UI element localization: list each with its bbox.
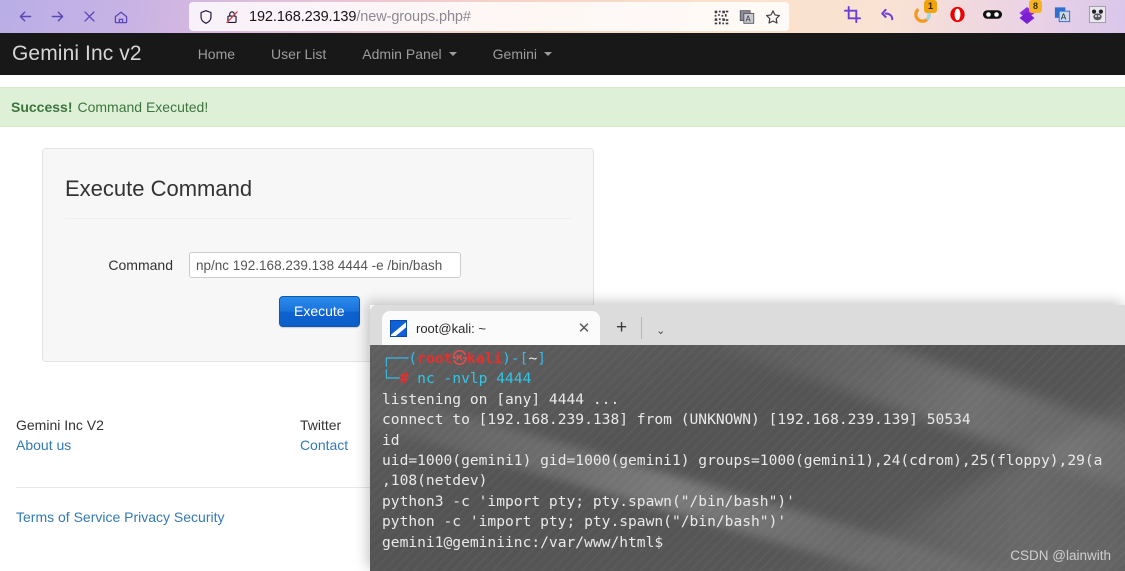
forward-button[interactable]	[42, 4, 72, 30]
browser-toolbar: 192.168.239.139/new-groups.php# A 1 8 A	[0, 0, 1125, 33]
prompt-at-glyph: ㉿	[452, 350, 467, 367]
alert-message: Command Executed!	[77, 99, 209, 115]
panel-divider	[65, 218, 571, 219]
orange-circle-extension-icon[interactable]: 1	[910, 0, 937, 27]
terminal-tab-bar: root@kali: ~ ✕ + ⌄	[370, 305, 1125, 345]
terminal-output: ┌──(root㉿kali)-[~] └─# nc -nvlp 4444 lis…	[382, 349, 1125, 553]
back-button[interactable]	[10, 4, 40, 30]
home-button[interactable]	[106, 4, 136, 30]
nav-link-admin-panel[interactable]: Admin Panel	[344, 33, 474, 75]
footer-heading-gemini: Gemini Inc V2	[16, 417, 104, 433]
nav-link-home[interactable]: Home	[180, 33, 253, 75]
navigation-buttons	[0, 4, 136, 30]
nav-link-user-list-label: User List	[271, 46, 327, 62]
chevron-down-icon	[448, 52, 457, 56]
translate-extension-icon[interactable]: A	[1050, 2, 1074, 27]
nav-link-gemini[interactable]: Gemini	[475, 33, 570, 75]
terminal-tab[interactable]: root@kali: ~ ✕	[382, 311, 600, 345]
download-badge-count: 8	[1029, 0, 1042, 13]
success-alert: Success! Command Executed!	[0, 87, 1125, 127]
terminal-body[interactable]: ┌──(root㉿kali)-[~] └─# nc -nvlp 4444 lis…	[370, 345, 1125, 571]
footer-legal-links[interactable]: Terms of Service Privacy Security	[16, 509, 225, 525]
terminal-line: python3 -c 'import pty; pty.spawn("/bin/…	[382, 492, 795, 510]
terminal-window: root@kali: ~ ✕ + ⌄ ┌──(root㉿kali)-[~] └─…	[370, 305, 1125, 571]
url-text: 192.168.239.139/new-groups.php#	[249, 9, 471, 25]
prompt-host: kali	[466, 350, 503, 367]
terminal-line: connect to [192.168.239.138] from (UNKNO…	[382, 411, 971, 429]
tracking-protection-shield-icon[interactable]	[197, 8, 215, 26]
footer-link-about-us[interactable]: About us	[16, 435, 104, 455]
url-bar-actions: A	[709, 5, 785, 29]
terminal-app-icon	[390, 319, 407, 337]
purple-download-icon[interactable]: 8	[1015, 0, 1042, 27]
command-form-row: Command	[43, 252, 593, 278]
prompt-cwd: ~	[528, 350, 538, 367]
qr-code-icon[interactable]	[709, 5, 733, 29]
url-host: 192.168.239.139	[249, 8, 357, 25]
chevron-down-icon[interactable]: ⌄	[656, 324, 665, 345]
prompt-user: root	[417, 350, 453, 367]
insecure-connection-icon[interactable]	[223, 8, 241, 26]
nav-link-admin-panel-label: Admin Panel	[362, 46, 442, 62]
opera-extension-icon[interactable]	[945, 2, 969, 27]
alert-strong-label: Success!	[11, 99, 73, 115]
terminal-line: id	[382, 431, 400, 449]
screenshot-crop-icon[interactable]	[840, 2, 864, 27]
url-bar[interactable]: 192.168.239.139/new-groups.php# A	[189, 2, 789, 31]
execute-button[interactable]: Execute	[279, 296, 360, 327]
svg-text:A: A	[745, 15, 751, 24]
terminal-line: gemini1@geminiinc:/var/www/html$	[382, 533, 664, 551]
chevron-down-icon	[544, 52, 553, 56]
terminal-tab-title: root@kali: ~	[416, 320, 486, 336]
terminal-line: listening on [any] 4444 ...	[382, 390, 620, 408]
panda-extension-icon[interactable]	[1085, 2, 1109, 27]
extension-icons: 1 8 A	[840, 0, 1109, 27]
dark-reader-icon[interactable]	[980, 2, 1004, 27]
command-input[interactable]	[189, 252, 461, 278]
stop-button[interactable]	[74, 4, 104, 30]
svg-text:A: A	[1060, 13, 1066, 22]
site-brand[interactable]: Gemini Inc v2	[12, 42, 142, 66]
terminal-prompt-line-2: └─# nc -nvlp 4444	[382, 370, 532, 388]
url-path: /new-groups.php#	[356, 8, 471, 25]
footer-heading-twitter: Twitter	[299, 417, 342, 433]
watermark: CSDN @lainwith	[1010, 548, 1111, 563]
tab-separator	[641, 317, 643, 339]
new-tab-icon[interactable]: +	[616, 317, 627, 345]
terminal-command: nc -nvlp 4444	[417, 370, 532, 388]
footer-link-contact[interactable]: Contact	[300, 435, 348, 455]
terminal-line: ,108(netdev)	[382, 472, 488, 490]
nav-link-gemini-label: Gemini	[492, 46, 538, 62]
close-icon[interactable]: ✕	[576, 319, 592, 337]
command-field-label: Command	[108, 257, 173, 273]
extension-badge-count: 1	[924, 0, 937, 13]
nav-link-user-list[interactable]: User List	[253, 33, 344, 75]
panel-title: Execute Command	[65, 176, 253, 201]
navbar-links: Home User List Admin Panel Gemini	[180, 33, 570, 75]
translate-page-icon[interactable]: A	[735, 5, 759, 29]
footer-column-twitter: Twitter Contact	[104, 415, 348, 455]
footer-column-gemini: Gemini Inc V2 About us	[0, 415, 104, 455]
terminal-line: python -c 'import pty; pty.spawn("/bin/b…	[382, 513, 787, 531]
prompt-symbol: #	[399, 370, 409, 388]
bookmark-star-icon[interactable]	[761, 5, 785, 29]
site-navbar: Gemini Inc v2 Home User List Admin Panel…	[0, 33, 1125, 75]
undo-arrow-icon[interactable]	[875, 2, 899, 27]
nav-link-home-label: Home	[197, 46, 236, 62]
terminal-prompt-line-1: ┌──(root㉿kali)-[~]	[382, 350, 547, 367]
terminal-line: uid=1000(gemini1) gid=1000(gemini1) grou…	[382, 452, 1103, 470]
